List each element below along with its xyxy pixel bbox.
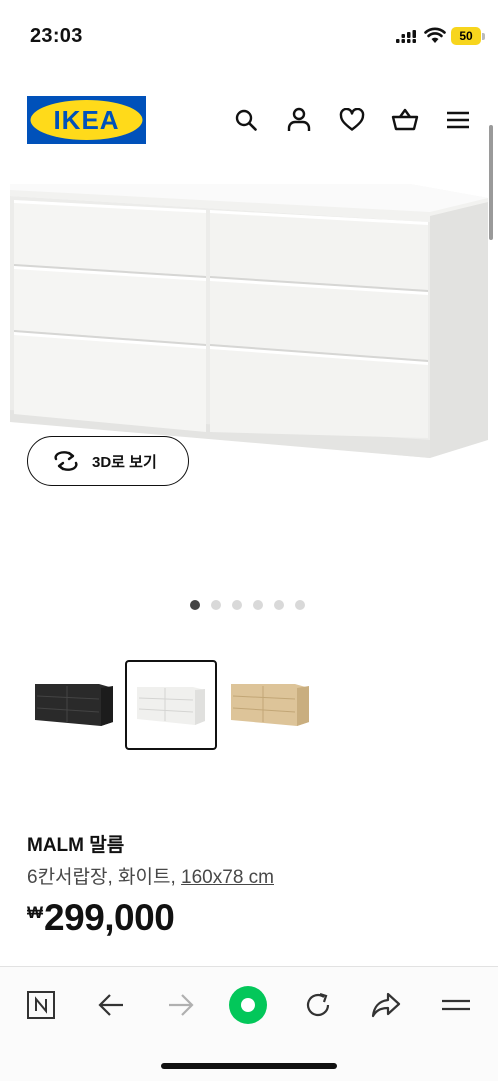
price-currency: ₩ xyxy=(27,903,44,922)
refresh-icon[interactable] xyxy=(298,985,338,1025)
variant-white[interactable] xyxy=(125,660,217,750)
status-time: 23:03 xyxy=(30,25,83,47)
carousel-dot[interactable] xyxy=(232,600,242,610)
carousel-dot[interactable] xyxy=(295,600,305,610)
carousel-dot[interactable] xyxy=(190,600,200,610)
forward-arrow-icon[interactable] xyxy=(161,985,201,1025)
carousel-dot[interactable] xyxy=(253,600,263,610)
product-price: ₩ 299,000 xyxy=(27,897,175,939)
variant-thumbnail xyxy=(35,684,113,726)
rotate-3d-icon xyxy=(54,451,78,471)
back-arrow-icon[interactable] xyxy=(91,985,131,1025)
product-image[interactable] xyxy=(0,160,498,600)
cellular-signal-icon xyxy=(396,30,416,43)
menu-icon[interactable] xyxy=(443,105,473,135)
heart-icon[interactable] xyxy=(337,105,367,135)
hamburger-menu-icon[interactable] xyxy=(436,985,476,1025)
variant-oak[interactable] xyxy=(224,660,316,750)
price-amount: 299,000 xyxy=(44,897,175,938)
search-icon[interactable] xyxy=(231,105,261,135)
green-home-icon[interactable] xyxy=(228,985,268,1025)
wifi-icon xyxy=(424,27,446,43)
carousel-dot[interactable] xyxy=(211,600,221,610)
status-bar: 23:03 50 xyxy=(0,0,498,72)
logo-text: IKEA xyxy=(53,105,119,135)
product-name: MALM 말름 xyxy=(27,835,125,856)
carousel-dots[interactable] xyxy=(190,600,305,610)
home-indicator[interactable] xyxy=(161,1063,337,1069)
view-3d-button[interactable]: 3D로 보기 xyxy=(27,436,189,486)
variant-thumbnail xyxy=(231,684,309,726)
cart-icon[interactable] xyxy=(390,105,420,135)
variant-thumbnail xyxy=(137,687,205,725)
battery-icon: 50 xyxy=(451,27,481,45)
share-icon[interactable] xyxy=(366,985,406,1025)
product-description: 6칸서랍장, 화이트, 160x78 cm xyxy=(27,862,274,889)
view-3d-label: 3D로 보기 xyxy=(92,453,157,471)
ikea-logo[interactable]: IKEA xyxy=(27,96,146,144)
naver-icon[interactable] xyxy=(21,985,61,1025)
user-icon[interactable] xyxy=(284,105,314,135)
battery-tip xyxy=(482,33,485,40)
variant-black-brown[interactable] xyxy=(28,660,120,750)
product-measurement-link[interactable]: 160x78 cm xyxy=(181,867,274,888)
product-description-text: 6칸서랍장, 화이트, xyxy=(27,867,182,888)
carousel-dot[interactable] xyxy=(274,600,284,610)
